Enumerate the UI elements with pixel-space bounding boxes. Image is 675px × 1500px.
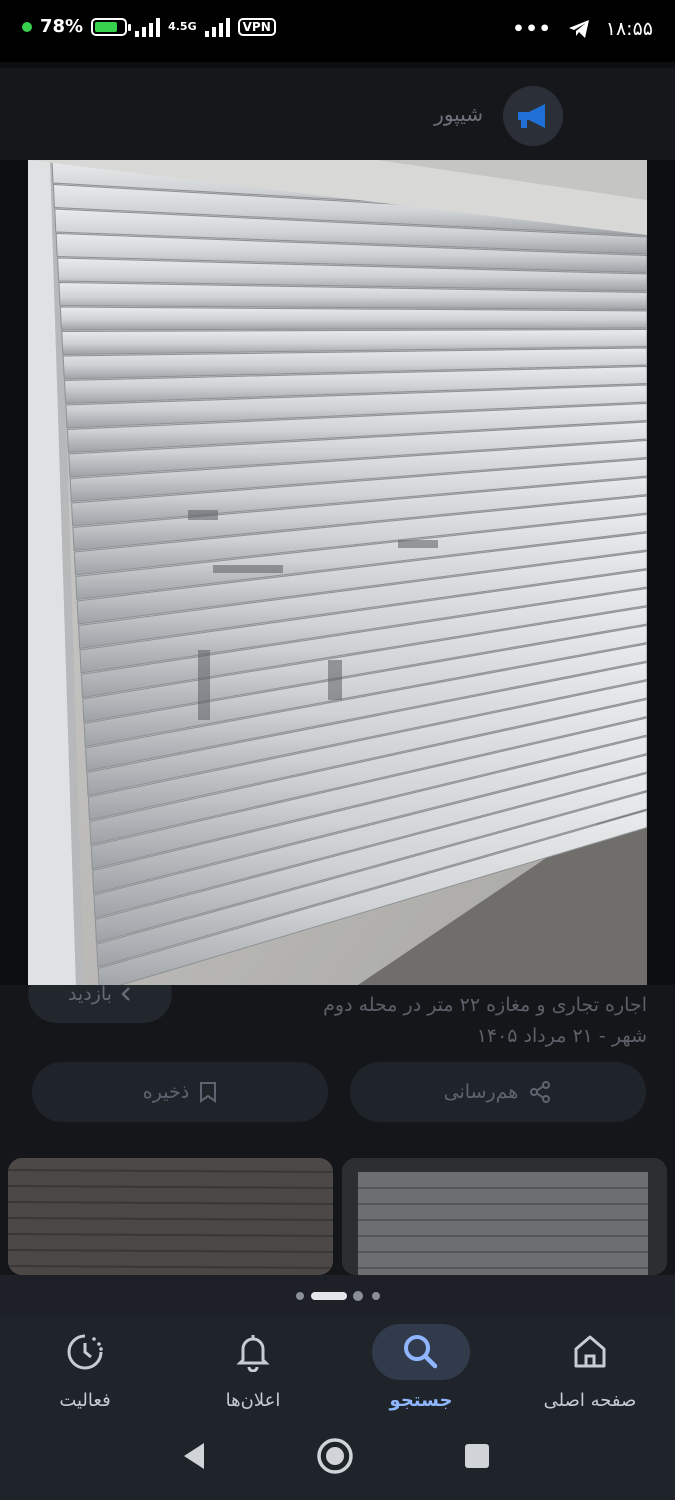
telegram-icon [568,20,589,38]
shutter-thumbnail-image [8,1158,333,1275]
battery-icon [91,17,132,36]
share-button[interactable]: هم‌رسانی [350,1062,646,1122]
shutter-thumbnail-image [342,1158,667,1275]
gallery-thumbnail[interactable] [8,1158,333,1275]
share-icon [530,1081,551,1103]
app-logo[interactable] [503,86,563,146]
chevron-left-icon [121,987,130,1001]
share-label: هم‌رسانی [443,1081,519,1103]
rolling-shutter-image [28,160,647,985]
signal-icon [135,17,161,37]
gallery-thumbnail[interactable] [342,1158,667,1275]
horn-icon [518,104,545,128]
recents-icon[interactable] [464,1443,490,1469]
battery-fill [95,21,117,32]
nav-notifications-label: اعلان‌ها [225,1390,281,1411]
description-line-1: اجاره تجاری و مغازه ۲۲ متر در محله دوم [323,994,647,1016]
network-type: 4.5G [168,20,197,33]
nav-home[interactable]: صفحه اصلی [515,1322,665,1422]
home-button-icon[interactable] [316,1437,354,1475]
save-label: ذخیره [142,1081,190,1103]
nav-activity-label: فعالیت [59,1390,111,1411]
bell-icon [236,1335,270,1372]
battery-percentage: 78% [40,16,84,37]
status-bar: 78% 4.5G VPN ••• ۱۸:۵۵ [0,0,675,62]
status-left: 78% 4.5G VPN [22,16,276,37]
more-notifications-icon: ••• [512,18,552,40]
status-right: ••• ۱۸:۵۵ [512,18,653,40]
search-icon [404,1335,438,1369]
visit-label: بازدید [68,983,112,1005]
listing-description: اجاره تجاری و مغازه ۲۲ متر در محله دوم ش… [217,990,647,1052]
green-dot-icon [22,21,32,32]
activity-icon [67,1334,103,1370]
nav-home-label: صفحه اصلی [543,1390,637,1411]
description-line-2: شهر - ۲۱ مرداد ۱۴۰۵ [476,1025,647,1047]
bookmark-icon [200,1082,217,1103]
app-name: شیپور [434,102,483,126]
clock: ۱۸:۵۵ [605,18,653,40]
pager-dot[interactable] [296,1292,304,1300]
shutter-slat [59,306,647,331]
save-button[interactable]: ذخیره [32,1062,328,1122]
pager-dot-active[interactable] [311,1292,347,1300]
signal-2-icon [204,17,230,37]
vpn-badge: VPN [237,17,276,36]
nav-notifications[interactable]: اعلان‌ها [178,1322,328,1422]
back-icon[interactable] [180,1441,208,1471]
listing-photo[interactable] [28,160,647,985]
nav-search-label: جستجو [389,1390,453,1411]
pager-dot[interactable] [353,1291,363,1301]
home-icon [574,1335,606,1368]
nav-activity[interactable]: فعالیت [10,1322,160,1422]
nav-search[interactable]: جستجو [346,1322,496,1422]
system-navigation-bar [0,1427,675,1500]
app-header [0,68,675,160]
pager-dot[interactable] [372,1292,380,1300]
